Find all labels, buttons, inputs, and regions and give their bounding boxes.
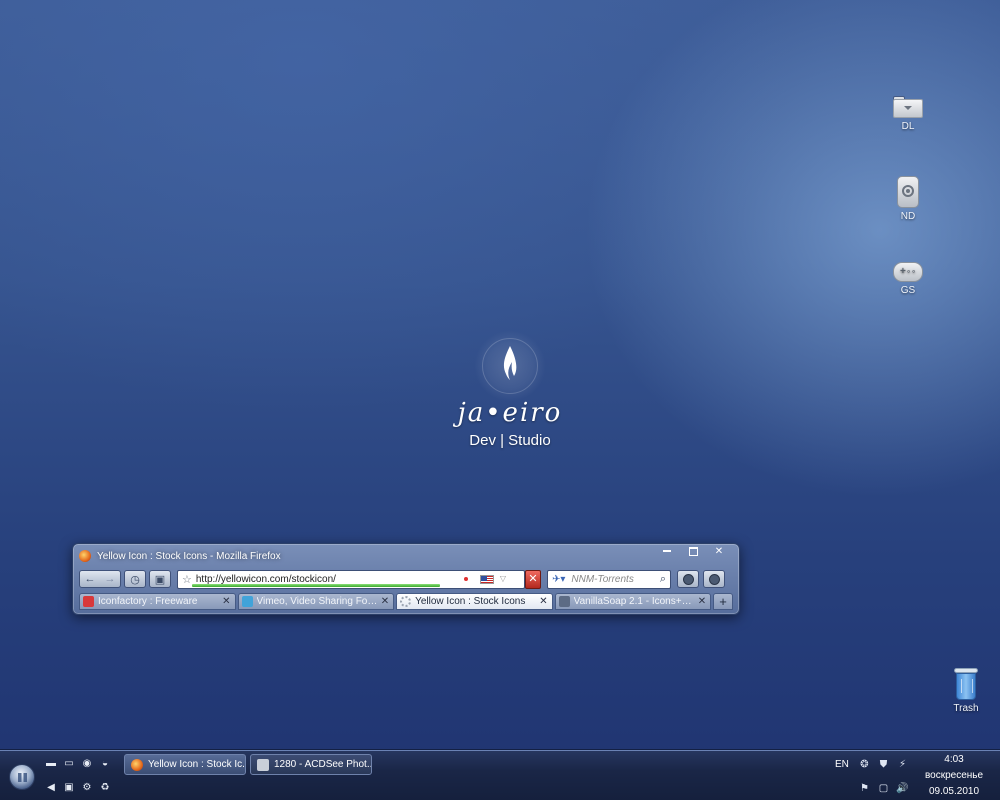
media-icon[interactable]: ▣ xyxy=(63,781,75,793)
back-arrow-icon[interactable]: ← xyxy=(85,573,96,585)
bookmark-star-icon[interactable]: ☆ xyxy=(182,573,192,586)
quick-launch-bottom: ◀ ▣ ⚙ ♻ xyxy=(45,781,111,793)
loading-spinner-icon xyxy=(400,596,412,607)
action-center-flag-icon[interactable]: ⚑ xyxy=(858,782,871,795)
quick-launch-top: ▬ ▭ ◉ ◒ xyxy=(45,757,111,769)
tab-label: Yellow Icon : Stock Icons xyxy=(415,596,526,607)
taskbar-item-label: 1280 - ACDSee Phot... xyxy=(274,759,372,770)
addon-icon xyxy=(708,573,720,585)
network-monitor-icon[interactable]: ▢ xyxy=(877,782,890,795)
firefox-icon xyxy=(79,550,91,562)
volume-icon[interactable]: ◀ xyxy=(45,781,57,793)
studio-logo: ja•eiro Dev | Studio xyxy=(420,330,600,449)
dropdown-arrow-icon[interactable]: ▽ xyxy=(500,574,506,583)
stop-button[interactable]: ✕ xyxy=(525,569,541,589)
documents-icon[interactable]: ▭ xyxy=(63,757,75,769)
tray-icons-bottom: ⚑ ▢ 🔊 xyxy=(858,782,909,795)
recycle-icon[interactable]: ♻ xyxy=(99,781,111,793)
desktop-icon-label: DL xyxy=(901,121,915,132)
us-flag-icon xyxy=(480,574,494,584)
desktop-icon-nd[interactable]: ND xyxy=(878,176,938,222)
desktop-icon-label: ND xyxy=(900,211,916,222)
url-bar[interactable]: ☆ http://yellowicon.com/stockicon/ ▽ xyxy=(177,569,525,589)
close-tab-icon[interactable]: ✕ xyxy=(381,596,389,607)
tab-label: Vimeo, Video Sharing For Y... xyxy=(256,596,381,607)
search-placeholder: NNM-Torrents xyxy=(571,573,634,585)
tab-bar: Iconfactory : Freeware ✕ Vimeo, Video Sh… xyxy=(79,593,734,611)
addons-button[interactable] xyxy=(703,570,725,588)
clock-icon: ◷ xyxy=(130,573,140,586)
window-title: Yellow Icon : Stock Icons - Mozilla Fire… xyxy=(97,550,281,562)
taskbar-item-firefox[interactable]: Yellow Icon : Stock Ic... xyxy=(124,754,246,775)
search-engine-icon[interactable]: ✈▾ xyxy=(552,574,565,585)
new-tab-button[interactable]: + xyxy=(713,593,734,610)
network-tray-icon[interactable]: ❂ xyxy=(858,758,871,771)
system-clock[interactable]: 4:03 воскресенье 09.05.2010 xyxy=(918,752,990,800)
taskbar-item-acdsee[interactable]: 1280 - ACDSee Phot... xyxy=(250,754,372,775)
search-bar[interactable]: ✈▾ NNM-Torrents ⌕ xyxy=(547,569,671,589)
desktop-icon-label: Trash xyxy=(953,703,979,714)
tab-vanillasoap[interactable]: VanillaSoap 2.1 - Icons+Wa... ✕ xyxy=(554,593,712,610)
tab-label: Iconfactory : Freeware xyxy=(98,596,198,607)
flame-logo-icon xyxy=(474,330,546,402)
favicon-icon xyxy=(83,596,94,607)
firefox-quicklaunch-icon[interactable]: ◒ xyxy=(99,757,111,769)
tab-iconfactory[interactable]: Iconfactory : Freeware ✕ xyxy=(79,593,236,610)
folder-download-icon xyxy=(893,96,923,118)
clock-date: 09.05.2010 xyxy=(928,786,980,797)
close-tab-icon[interactable]: ✕ xyxy=(222,596,230,607)
trash-icon xyxy=(954,668,978,700)
screenshot-button[interactable]: ▣ xyxy=(149,570,171,588)
forward-arrow-icon[interactable]: → xyxy=(105,573,116,585)
window-titlebar[interactable]: Yellow Icon : Stock Icons - Mozilla Fire… xyxy=(79,545,731,565)
tab-yellow-icon[interactable]: Yellow Icon : Stock Icons ✕ xyxy=(396,593,553,610)
firefox-window[interactable]: Yellow Icon : Stock Icons - Mozilla Fire… xyxy=(72,543,740,615)
minimize-button[interactable] xyxy=(655,545,679,559)
start-button[interactable] xyxy=(9,764,35,790)
language-indicator[interactable]: EN xyxy=(835,759,849,770)
network-drive-icon xyxy=(897,176,919,208)
navigation-toolbar: ← → ◷ ▣ ☆ http://yellowicon.com/stockico… xyxy=(79,568,733,590)
search-icon[interactable]: ⌕ xyxy=(660,573,666,586)
logo-subtitle: Dev | Studio xyxy=(469,432,551,449)
taskbar: ▬ ▭ ◉ ◒ ◀ ▣ ⚙ ♻ Yellow Icon : Stock Ic..… xyxy=(0,750,1000,800)
shield-icon[interactable]: ⛊ xyxy=(877,758,890,771)
settings-gear-icon[interactable]: ⚙ xyxy=(81,781,93,793)
back-forward-buttons[interactable]: ← → xyxy=(79,570,121,588)
firefox-icon xyxy=(131,758,143,771)
favicon-icon xyxy=(558,596,570,607)
record-indicator-icon xyxy=(464,576,468,581)
tab-vimeo[interactable]: Vimeo, Video Sharing For Y... ✕ xyxy=(237,593,395,610)
desktop-icon-trash[interactable]: Trash xyxy=(936,668,996,714)
favicon-icon xyxy=(241,596,253,607)
history-button[interactable]: ◷ xyxy=(124,570,146,588)
clock-time: 4:03 xyxy=(944,754,964,765)
chrome-icon[interactable]: ◉ xyxy=(81,757,93,769)
speaker-icon[interactable]: 🔊 xyxy=(896,782,909,795)
image-icon: ▣ xyxy=(154,573,166,586)
folder-icon[interactable]: ▬ xyxy=(45,757,57,769)
download-icon xyxy=(682,573,694,585)
close-tab-icon[interactable]: ✕ xyxy=(539,596,547,607)
acdsee-icon xyxy=(257,758,269,771)
downloads-button[interactable] xyxy=(677,570,699,588)
desktop-icon-label: GS xyxy=(900,285,916,296)
tab-label: VanillaSoap 2.1 - Icons+Wa... xyxy=(573,596,698,607)
tray-icons-top: ❂ ⛊ ⚡ xyxy=(858,758,909,771)
maximize-button[interactable] xyxy=(681,545,705,559)
desktop-icon-gs[interactable]: + ∘∘ GS xyxy=(878,262,938,296)
taskbar-item-label: Yellow Icon : Stock Ic... xyxy=(148,759,246,770)
close-tab-icon[interactable]: ✕ xyxy=(698,596,706,607)
logo-wordmark: ja•eiro xyxy=(457,398,563,428)
gamepad-icon: + ∘∘ xyxy=(893,262,923,282)
url-text[interactable]: http://yellowicon.com/stockicon/ xyxy=(196,574,336,585)
close-button[interactable]: ✕ xyxy=(707,545,731,559)
clock-day: воскресенье xyxy=(924,770,984,781)
lightning-icon[interactable]: ⚡ xyxy=(896,758,909,771)
desktop-icon-dl[interactable]: DL xyxy=(878,96,938,132)
page-load-progress xyxy=(192,583,440,587)
